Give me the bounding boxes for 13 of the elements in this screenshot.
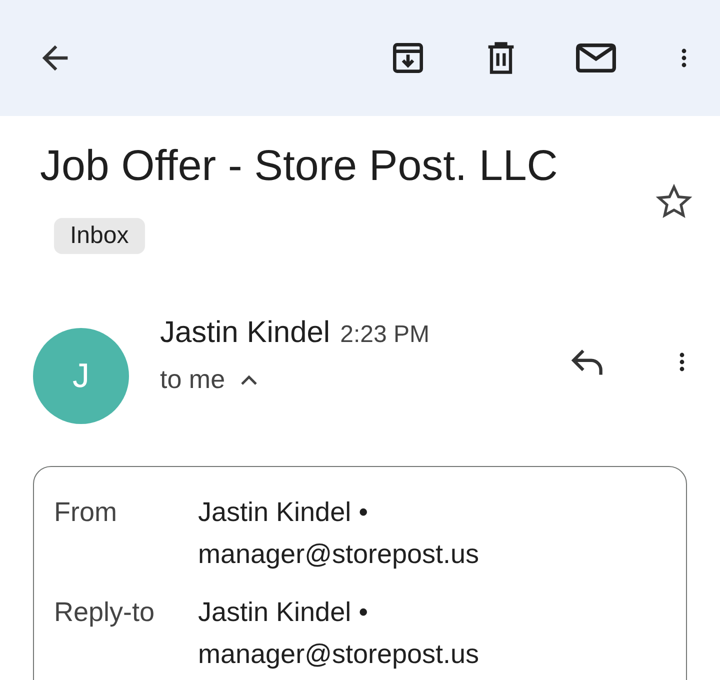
- message-time: 2:23 PM: [340, 321, 430, 349]
- detail-email: manager@storepost.us: [198, 538, 480, 571]
- detail-label: Reply-to: [54, 596, 156, 629]
- avatar: J: [33, 328, 129, 424]
- inbox-label[interactable]: Inbox: [54, 218, 145, 254]
- detail-name: Jastin Kindel •: [198, 596, 370, 629]
- email-subject: Job Offer - Store Post. LLC: [40, 142, 558, 190]
- detail-name: Jastin Kindel •: [198, 496, 370, 529]
- detail-email: manager@storepost.us: [198, 638, 480, 671]
- recipient-text: to me: [160, 364, 226, 395]
- chevron-icon[interactable]: [239, 372, 260, 386]
- detail-label: From: [54, 496, 118, 529]
- sender-name: Jastin Kindel: [160, 316, 330, 350]
